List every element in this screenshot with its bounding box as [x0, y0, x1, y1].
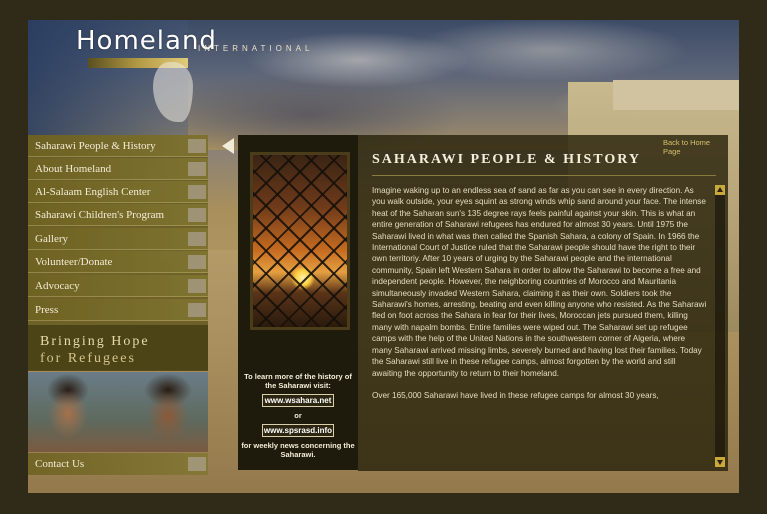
nav-item-label: Saharawi People & History	[35, 140, 156, 152]
pointer-arrow-icon	[222, 138, 234, 154]
nav-item-gallery[interactable]: Gallery	[28, 228, 208, 250]
content-panel: Back to Home Page SAHARAWI PEOPLE & HIST…	[358, 135, 728, 471]
building-roof	[613, 80, 739, 110]
page-frame: Homeland INTERNATIONAL Saharawi People &…	[28, 20, 739, 493]
spsrasd-link[interactable]: www.spsrasd.info	[262, 424, 334, 437]
history-info-outro: for weekly news concerning the Saharawi.	[241, 441, 355, 459]
scroll-down-icon	[717, 460, 723, 465]
history-info-box: To learn more of the history of the Saha…	[240, 372, 356, 459]
nav-item-label: Advocacy	[35, 280, 80, 292]
article-scrollbar[interactable]	[715, 185, 725, 467]
title-divider	[372, 175, 716, 176]
slogan-line-2: for Refugees	[40, 351, 136, 366]
nav-tab-marker	[188, 457, 206, 471]
nav-tab-marker	[188, 255, 206, 269]
scroll-down-button[interactable]	[715, 457, 725, 467]
nav-item-advocacy[interactable]: Advocacy	[28, 275, 208, 297]
nav-item-saharawi-people-history[interactable]: Saharawi People & History	[28, 135, 208, 157]
nav-item-label: Press	[35, 304, 59, 316]
page-title: SAHARAWI PEOPLE & HISTORY	[372, 152, 642, 167]
article-body: Imagine waking up to an endless sea of s…	[372, 185, 707, 467]
nav-item-label: Saharawi Children's Program	[35, 209, 165, 221]
nav-tab-marker	[188, 303, 206, 317]
children-photo	[28, 372, 208, 452]
nav-tab-marker	[188, 208, 206, 222]
nav-item-press[interactable]: Press	[28, 299, 208, 321]
nav-tab-marker	[188, 139, 206, 153]
nav-tab-marker	[188, 279, 206, 293]
nav-item-contact-us[interactable]: Contact Us	[28, 453, 208, 475]
nav-item-al-salaam-english-center[interactable]: Al-Salaam English Center	[28, 181, 208, 203]
site-logo-title[interactable]: Homeland	[76, 26, 217, 56]
site-logo-subtitle: INTERNATIONAL	[198, 44, 314, 53]
slogan-banner: Bringing Hope for Refugees	[28, 325, 208, 371]
back-to-home-link[interactable]: Back to Home Page	[663, 138, 728, 156]
nav-item-label: Volunteer/Donate	[35, 256, 113, 268]
nav-item-label: Gallery	[35, 233, 68, 245]
history-info-intro: To learn more of the history of the Saha…	[244, 372, 352, 390]
window-grille	[253, 155, 347, 327]
nav-item-label: Al-Salaam English Center	[35, 186, 151, 198]
wsahara-link[interactable]: www.wsahara.net	[262, 394, 334, 407]
nav-item-label: About Homeland	[35, 163, 112, 175]
article-paragraph: Imagine waking up to an endless sea of s…	[372, 186, 707, 378]
nav-tab-marker	[188, 232, 206, 246]
scroll-up-icon	[717, 187, 723, 192]
slogan-line-1: Bringing Hope	[40, 334, 150, 349]
nav-tab-marker	[188, 185, 206, 199]
history-info-or: or	[294, 411, 302, 420]
nav-tab-marker	[188, 162, 206, 176]
nav-item-label: Contact Us	[35, 458, 85, 470]
nav-item-childrens-program[interactable]: Saharawi Children's Program	[28, 204, 208, 226]
nav-item-volunteer-donate[interactable]: Volunteer/Donate	[28, 251, 208, 273]
scroll-up-button[interactable]	[715, 185, 725, 195]
article-paragraph: Over 165,000 Saharawi have lived in thes…	[372, 390, 659, 400]
nav-item-about-homeland[interactable]: About Homeland	[28, 158, 208, 180]
